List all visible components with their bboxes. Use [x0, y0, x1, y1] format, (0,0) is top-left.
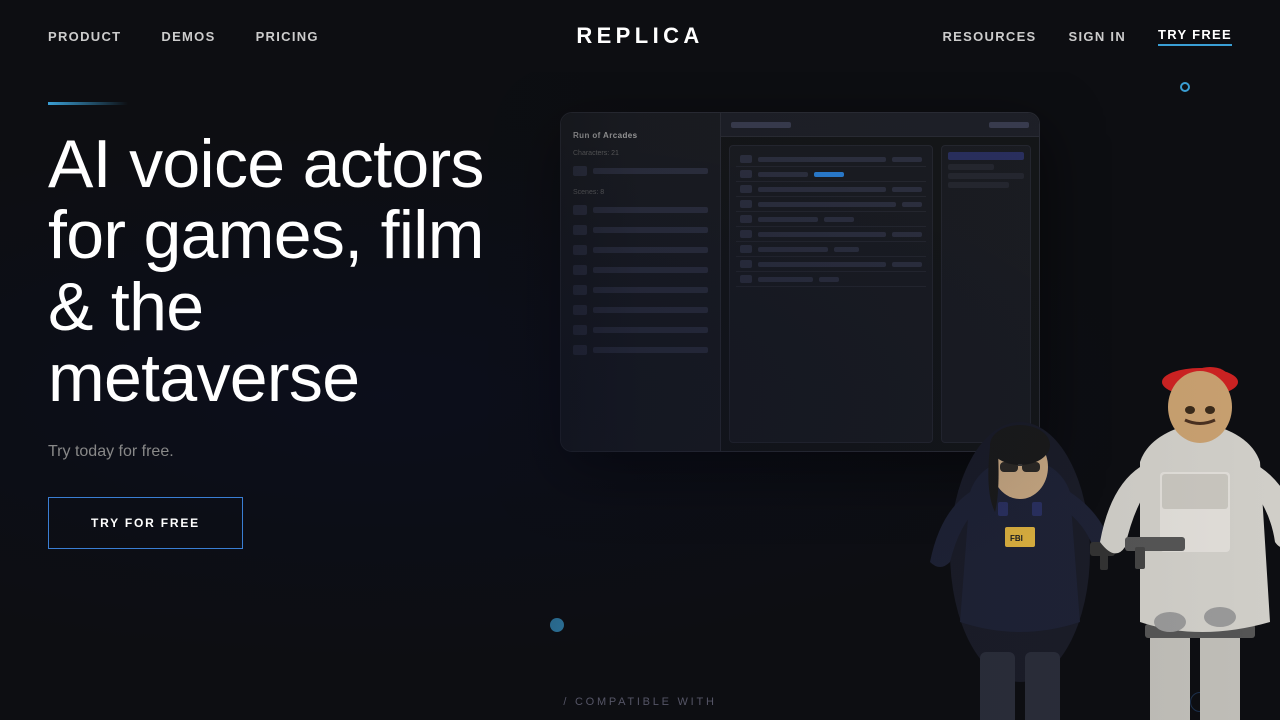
panel-row	[736, 257, 926, 272]
hero-accent	[48, 102, 128, 105]
sidebar-item	[561, 320, 720, 340]
hero-visual: Run of Arcades Characters: 21 Scenes: 8	[530, 72, 1280, 720]
app-sidebar: Run of Arcades Characters: 21 Scenes: 8	[561, 113, 721, 451]
panel-row	[736, 227, 926, 242]
character-male	[1070, 252, 1280, 720]
app-sidebar-title: Run of Arcades	[561, 125, 720, 146]
sidebar-item	[561, 220, 720, 240]
panel-row	[736, 242, 926, 257]
navbar: PRODUCT DEMOS PRICING REPLICA RESOURCES …	[0, 0, 1280, 72]
cta-try-free-button[interactable]: TRY FOR FREE	[48, 497, 243, 549]
compatible-label: / COMPATIBLE WITH	[563, 696, 716, 708]
sidebar-item	[561, 340, 720, 360]
panel-row	[736, 152, 926, 167]
site-logo[interactable]: REPLICA	[576, 23, 703, 49]
hero-section: Run of Arcades Characters: 21 Scenes: 8	[0, 72, 1280, 720]
hero-title: AI voice actors for games, film & the me…	[48, 129, 532, 415]
sidebar-item	[561, 200, 720, 220]
nav-right: RESOURCES SIGN IN TRY FREE	[942, 27, 1232, 46]
app-header	[721, 113, 1039, 137]
compatible-bar: / COMPATIBLE WITH	[0, 684, 1280, 720]
sidebar-item	[561, 260, 720, 280]
sidebar-item	[561, 161, 720, 181]
panel-row	[736, 167, 926, 182]
hero-subtitle: Try today for free.	[48, 443, 532, 461]
sidebar-item	[561, 300, 720, 320]
nav-left: PRODUCT DEMOS PRICING	[48, 29, 319, 44]
sidebar-item	[561, 280, 720, 300]
panel-row	[736, 272, 926, 287]
panel-row	[736, 212, 926, 227]
nav-product[interactable]: PRODUCT	[48, 29, 121, 44]
deco-dot-1	[1180, 82, 1190, 92]
nav-signin[interactable]: SIGN IN	[1069, 29, 1127, 44]
panel-row	[736, 197, 926, 212]
nav-try-free[interactable]: TRY FREE	[1158, 27, 1232, 46]
hero-content: AI voice actors for games, film & the me…	[0, 72, 580, 720]
panel-row	[736, 182, 926, 197]
nav-pricing[interactable]: PRICING	[256, 29, 319, 44]
nav-resources[interactable]: RESOURCES	[942, 29, 1036, 44]
svg-text:FBI: FBI	[1010, 534, 1023, 543]
sidebar-item	[561, 240, 720, 260]
nav-demos[interactable]: DEMOS	[161, 29, 215, 44]
